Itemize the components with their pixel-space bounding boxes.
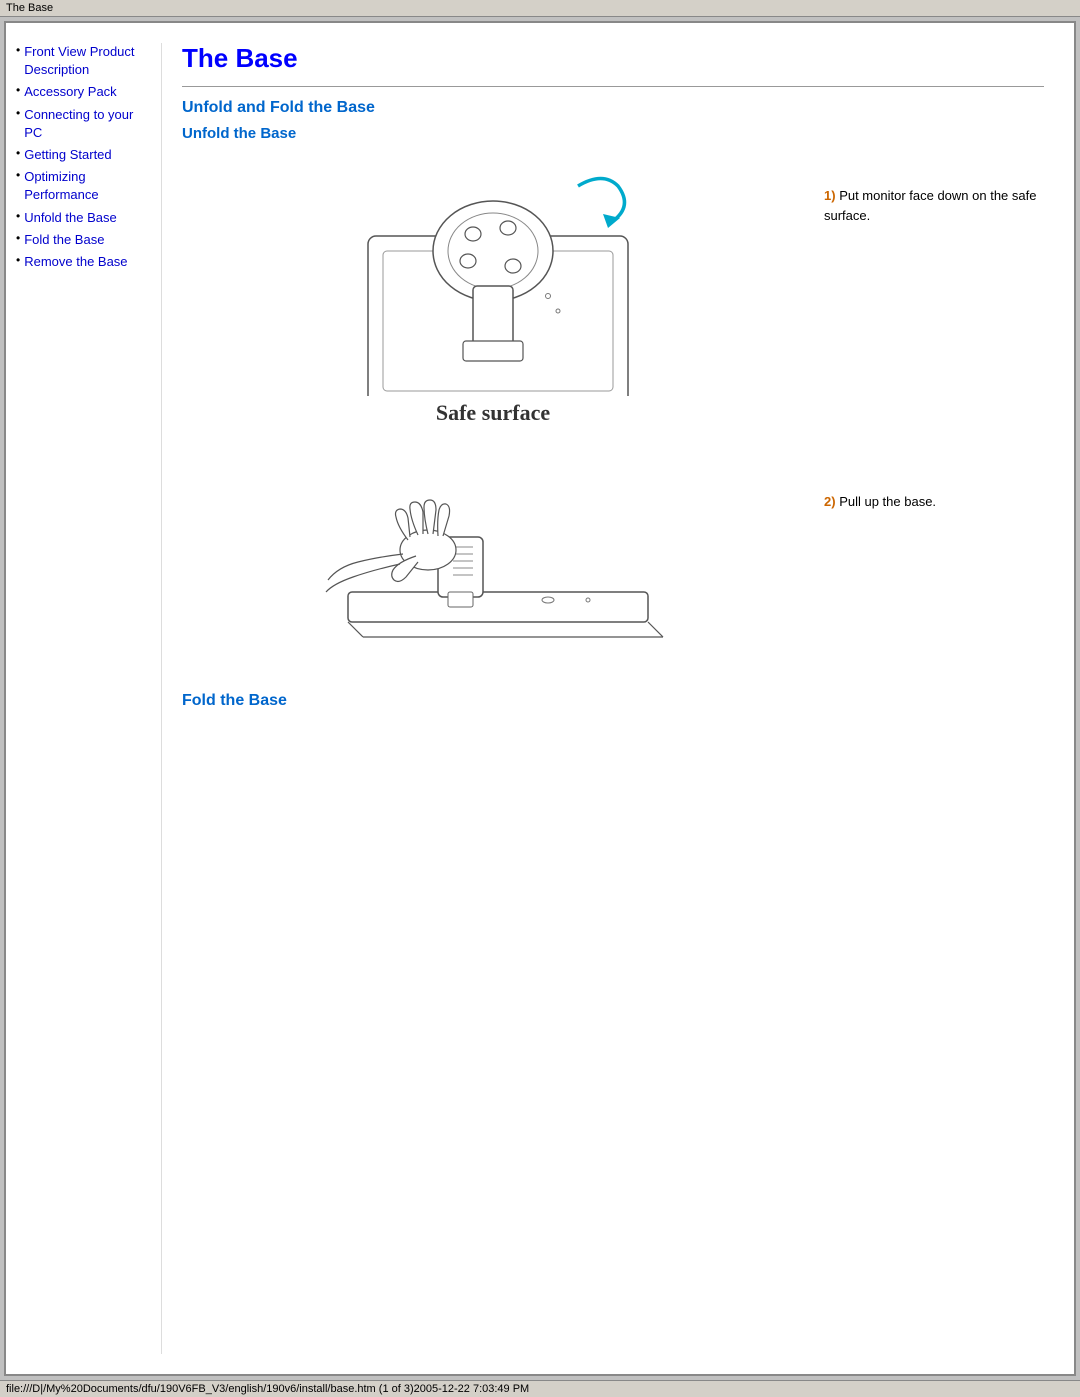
sidebar-nav: • Front View Product Description • Acces…	[16, 43, 151, 271]
monitor-illustration-area: Safe surface	[182, 156, 804, 442]
sidebar-item-front-view: • Front View Product Description	[16, 43, 151, 79]
step2-block: 2) Pull up the base.	[182, 462, 1044, 672]
page-layout: • Front View Product Description • Acces…	[6, 23, 1074, 1374]
base-pull-illustration	[308, 462, 678, 672]
sidebar-item-started: • Getting Started	[16, 146, 151, 164]
divider	[182, 86, 1044, 87]
step1-number: 1)	[824, 188, 836, 203]
step1-text: 1) Put monitor face down on the safe sur…	[824, 156, 1044, 225]
sidebar-link-performance[interactable]: Optimizing Performance	[24, 168, 151, 204]
bullet: •	[16, 146, 20, 164]
status-bar: file:///D|/My%20Documents/dfu/190V6FB_V3…	[0, 1380, 1080, 1397]
safe-surface-label: Safe surface	[436, 400, 550, 426]
bullet: •	[16, 168, 20, 204]
sidebar-item-fold: • Fold the Base	[16, 231, 151, 249]
sidebar-link-remove[interactable]: Remove the Base	[24, 253, 127, 271]
step2-number: 2)	[824, 494, 836, 509]
bullet: •	[16, 231, 20, 249]
step1-paragraph: 1) Put monitor face down on the safe sur…	[824, 186, 1044, 225]
bullet: •	[16, 209, 20, 227]
sub-heading: Unfold the Base	[182, 125, 1044, 142]
monitor-illustration	[308, 156, 678, 396]
sidebar-link-fold[interactable]: Fold the Base	[24, 231, 104, 249]
bullet: •	[16, 253, 20, 271]
fold-heading: Fold the Base	[182, 692, 1044, 710]
bullet: •	[16, 106, 20, 142]
step1-description: Put monitor face down on the safe surfac…	[824, 188, 1036, 223]
bullet: •	[16, 83, 20, 101]
step2-text: 2) Pull up the base.	[824, 462, 1044, 512]
page-title: The Base	[182, 43, 1044, 74]
title-bar-text: The Base	[6, 2, 53, 14]
sidebar-item-unfold: • Unfold the Base	[16, 209, 151, 227]
base-pull-illustration-area	[182, 462, 804, 672]
main-content: The Base Unfold and Fold the Base Unfold…	[161, 43, 1064, 1354]
sidebar-link-accessory[interactable]: Accessory Pack	[24, 83, 116, 101]
sidebar-link-unfold[interactable]: Unfold the Base	[24, 209, 117, 227]
sidebar-item-connecting: • Connecting to your PC	[16, 106, 151, 142]
step2-description: Pull up the base.	[839, 494, 936, 509]
sidebar: • Front View Product Description • Acces…	[16, 43, 161, 1354]
sidebar-item-accessory: • Accessory Pack	[16, 83, 151, 101]
title-bar: The Base	[0, 0, 1080, 17]
sidebar-link-front-view[interactable]: Front View Product Description	[24, 43, 151, 79]
status-bar-text: file:///D|/My%20Documents/dfu/190V6FB_V3…	[6, 1383, 529, 1395]
section-heading: Unfold and Fold the Base	[182, 99, 1044, 117]
browser-window: • Front View Product Description • Acces…	[4, 21, 1076, 1376]
sidebar-item-performance: • Optimizing Performance	[16, 168, 151, 204]
sidebar-link-connecting[interactable]: Connecting to your PC	[24, 106, 151, 142]
bullet: •	[16, 43, 20, 79]
step2-paragraph: 2) Pull up the base.	[824, 492, 1044, 512]
sidebar-link-started[interactable]: Getting Started	[24, 146, 111, 164]
sidebar-item-remove: • Remove the Base	[16, 253, 151, 271]
step1-block: Safe surface 1) Put monitor face down on…	[182, 156, 1044, 442]
curved-arrow-icon	[578, 179, 624, 229]
